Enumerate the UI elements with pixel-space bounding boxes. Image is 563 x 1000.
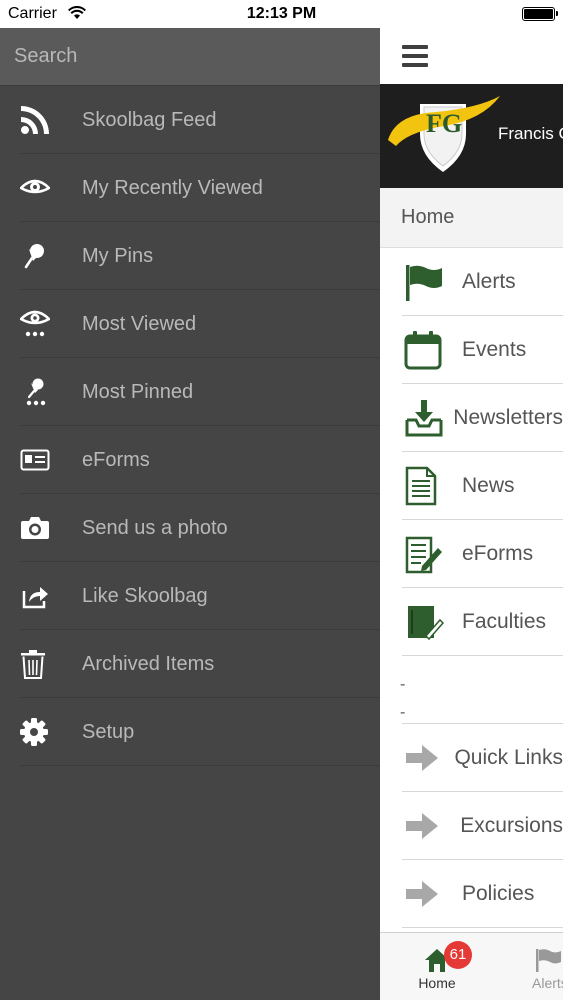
content-item-label: Events: [462, 338, 527, 361]
menu-item-most-pinned[interactable]: Most Pinned: [0, 358, 380, 426]
eye-dots-icon: [0, 290, 82, 358]
content-item-eforms[interactable]: eForms: [380, 520, 563, 588]
placeholder-section: - -: [380, 656, 563, 724]
pin-dots-icon: [0, 358, 82, 426]
page-title: Home: [380, 188, 563, 248]
flag-icon: [536, 949, 561, 972]
menu-item-label: Most Pinned: [82, 380, 194, 403]
content-item-newsletters[interactable]: Newsletters: [380, 384, 563, 452]
eye-icon: [0, 154, 82, 222]
menu-item-skoolbag-feed[interactable]: Skoolbag Feed: [0, 86, 380, 154]
links-list: Quick Links Excursions Policies: [380, 724, 563, 928]
tab-bar: 61 Home Alerts: [380, 932, 563, 1000]
share-icon: [0, 562, 82, 630]
menu-item-setup[interactable]: Setup: [0, 698, 380, 766]
menu-item-label: Archived Items: [82, 652, 215, 675]
arrow-right-icon: [380, 743, 454, 773]
menu-item-label: My Recently Viewed: [82, 176, 263, 199]
menu-item-label: My Pins: [82, 244, 154, 267]
calendar-icon: [380, 330, 462, 370]
menu-item-eforms[interactable]: eForms: [0, 426, 380, 494]
main-content: FG Francis G Home Alerts: [380, 28, 563, 1000]
menu-item-most-viewed[interactable]: Most Viewed: [0, 290, 380, 358]
link-item-label: Excursions: [460, 814, 563, 837]
hamburger-menu-icon[interactable]: [402, 45, 428, 67]
content-item-label: eForms: [462, 542, 534, 565]
search-input[interactable]: [14, 45, 354, 68]
menu-item-label: Most Viewed: [82, 312, 197, 335]
menu-item-label: Like Skoolbag: [82, 584, 208, 607]
content-item-label: Faculties: [462, 610, 547, 633]
side-menu-list: Skoolbag Feed My Recently Viewed My Pins…: [0, 86, 380, 766]
menu-item-like-skoolbag[interactable]: Like Skoolbag: [0, 562, 380, 630]
rss-icon: [0, 86, 82, 154]
link-item-label: Quick Links: [454, 746, 563, 769]
content-item-label: Newsletters: [453, 406, 563, 429]
content-item-alerts[interactable]: Alerts: [380, 248, 563, 316]
notification-badge: 61: [444, 941, 472, 969]
content-item-faculties[interactable]: Faculties: [380, 588, 563, 656]
inbox-download-icon: [380, 398, 453, 438]
tab-label: Home: [418, 975, 456, 991]
arrow-right-icon: [380, 879, 462, 909]
school-name: Francis G: [498, 124, 563, 143]
form-pen-icon: [380, 534, 462, 574]
menu-item-send-photo[interactable]: Send us a photo: [0, 494, 380, 562]
tab-label: Alerts: [532, 975, 563, 991]
menu-item-my-pins[interactable]: My Pins: [0, 222, 380, 290]
document-icon: [380, 466, 462, 506]
school-logo: FG: [388, 96, 500, 172]
content-item-news[interactable]: News: [380, 452, 563, 520]
trash-icon: [0, 630, 82, 698]
menu-item-label: eForms: [82, 448, 150, 471]
arrow-right-icon: [380, 811, 460, 841]
menu-item-archived[interactable]: Archived Items: [0, 630, 380, 698]
content-item-label: News: [462, 474, 515, 497]
id-card-icon: [0, 426, 82, 494]
content-item-label: Alerts: [462, 270, 516, 293]
flag-icon: [380, 262, 462, 302]
pin-icon: [0, 222, 82, 290]
top-bar: [380, 28, 563, 84]
clock: 12:13 PM: [246, 5, 317, 22]
link-item-label: Policies: [462, 882, 535, 905]
link-item-quick-links[interactable]: Quick Links: [380, 724, 563, 792]
side-menu: Skoolbag Feed My Recently Viewed My Pi: [0, 28, 380, 1000]
content-list: Alerts Events Newsletters News eForms Fa…: [380, 248, 563, 656]
link-item-policies[interactable]: Policies: [380, 860, 563, 928]
camera-icon: [0, 494, 82, 562]
battery-icon: [522, 7, 558, 21]
menu-item-label: Skoolbag Feed: [82, 108, 217, 131]
menu-item-label: Setup: [82, 720, 135, 743]
placeholder-dash: -: [400, 676, 406, 693]
search-bar: [0, 28, 380, 86]
gear-icon: [0, 698, 82, 766]
content-item-events[interactable]: Events: [380, 316, 563, 384]
tab-home[interactable]: 61 Home: [394, 933, 480, 1000]
school-banner: FG Francis G: [380, 84, 563, 188]
tab-alerts[interactable]: Alerts: [524, 933, 563, 1000]
link-item-excursions[interactable]: Excursions: [380, 792, 563, 860]
status-bar: Carrier 12:13 PM: [0, 0, 563, 28]
notebook-pen-icon: [380, 602, 462, 642]
svg-text:FG: FG: [426, 109, 462, 138]
menu-item-recently-viewed[interactable]: My Recently Viewed: [0, 154, 380, 222]
menu-item-label: Send us a photo: [82, 516, 228, 539]
